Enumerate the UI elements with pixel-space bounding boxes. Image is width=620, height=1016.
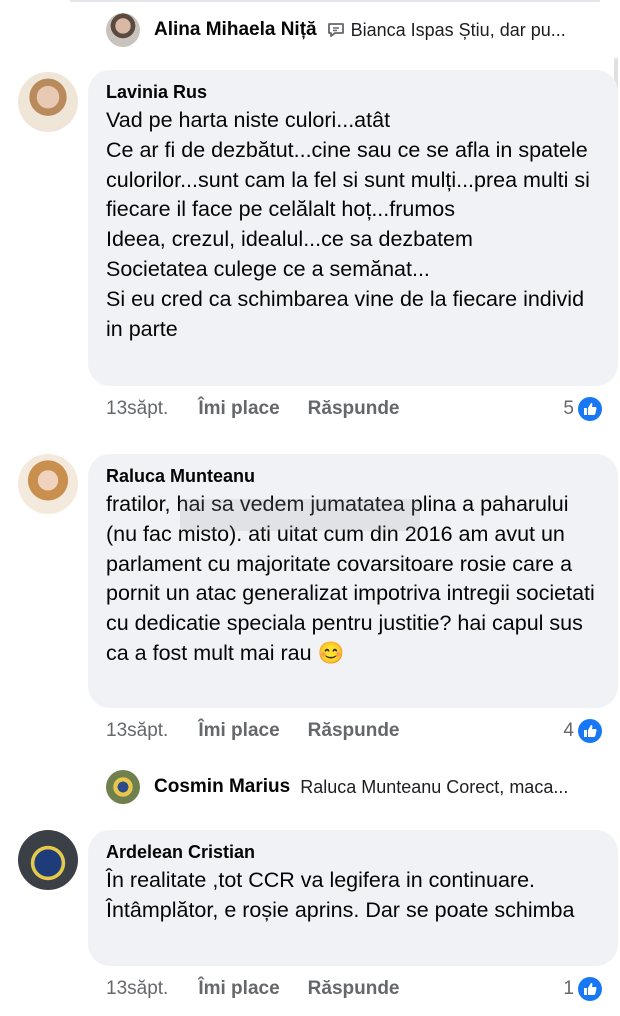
reply-button[interactable]: Răspunde bbox=[308, 398, 400, 420]
comment-text: În realitate ,tot CCR va legifera in con… bbox=[106, 868, 575, 922]
reply-preview-middle[interactable]: Cosmin Marius Raluca Munteanu Corect, ma… bbox=[106, 770, 600, 804]
comment-author[interactable]: Lavinia Rus bbox=[106, 80, 602, 104]
comment-author[interactable]: Raluca Munteanu bbox=[106, 464, 602, 488]
comment-author[interactable]: Ardelean Cristian bbox=[106, 840, 602, 864]
avatar[interactable] bbox=[18, 72, 78, 132]
thumbs-up-icon bbox=[578, 719, 602, 743]
reply-snippet: Raluca Munteanu Corect, maca... bbox=[300, 776, 569, 797]
thumbs-up-icon bbox=[578, 397, 602, 421]
thumbs-up-icon bbox=[578, 977, 602, 1001]
reaction-count: 4 bbox=[563, 720, 574, 741]
reaction-count: 1 bbox=[563, 978, 574, 999]
comment-timestamp[interactable]: 13săpt. bbox=[106, 978, 168, 1000]
reply-author-name[interactable]: Cosmin Marius bbox=[154, 776, 290, 798]
comment-bubble: Ardelean Cristian În realitate ,tot CCR … bbox=[88, 830, 618, 966]
comment-text: fratilor, hai sa vedem jumatatea plina a… bbox=[106, 492, 595, 665]
comment-actions: 13săpt. Îmi place Răspunde 5 bbox=[106, 394, 602, 424]
comment-bubble: Lavinia Rus Vad pe harta niste culori...… bbox=[88, 70, 618, 386]
comment-actions: 13săpt. Îmi place Răspunde 1 bbox=[106, 974, 602, 1004]
reaction-summary[interactable]: 4 bbox=[563, 719, 602, 743]
comment-timestamp[interactable]: 13săpt. bbox=[106, 720, 168, 742]
comment-actions: 13săpt. Îmi place Răspunde 4 bbox=[106, 716, 602, 746]
comment-timestamp[interactable]: 13săpt. bbox=[106, 398, 168, 420]
reaction-summary[interactable]: 5 bbox=[563, 397, 602, 421]
reaction-count: 5 bbox=[563, 398, 574, 419]
reaction-summary[interactable]: 1 bbox=[563, 977, 602, 1001]
avatar[interactable] bbox=[18, 454, 78, 514]
reply-arrow-icon bbox=[327, 23, 344, 37]
reply-preview-top[interactable]: Alina Mihaela Niță Bianca Ispas Știu, da… bbox=[106, 13, 600, 47]
reply-button[interactable]: Răspunde bbox=[308, 720, 400, 742]
comment-text: Vad pe harta niste culori...atât Ce ar f… bbox=[106, 108, 590, 341]
reply-author-name[interactable]: Alina Mihaela Niță bbox=[154, 19, 317, 41]
reply-button[interactable]: Răspunde bbox=[308, 978, 400, 1000]
avatar[interactable] bbox=[106, 770, 140, 804]
avatar[interactable] bbox=[18, 830, 78, 890]
like-button[interactable]: Îmi place bbox=[198, 398, 279, 420]
reply-snippet: Bianca Ispas Știu, dar pu... bbox=[350, 19, 566, 40]
like-button[interactable]: Îmi place bbox=[198, 978, 279, 1000]
like-button[interactable]: Îmi place bbox=[198, 720, 279, 742]
avatar[interactable] bbox=[106, 13, 140, 47]
thread-divider bbox=[70, 0, 600, 2]
comment-bubble: Raluca Munteanu fratilor, hai sa vedem j… bbox=[88, 454, 618, 708]
